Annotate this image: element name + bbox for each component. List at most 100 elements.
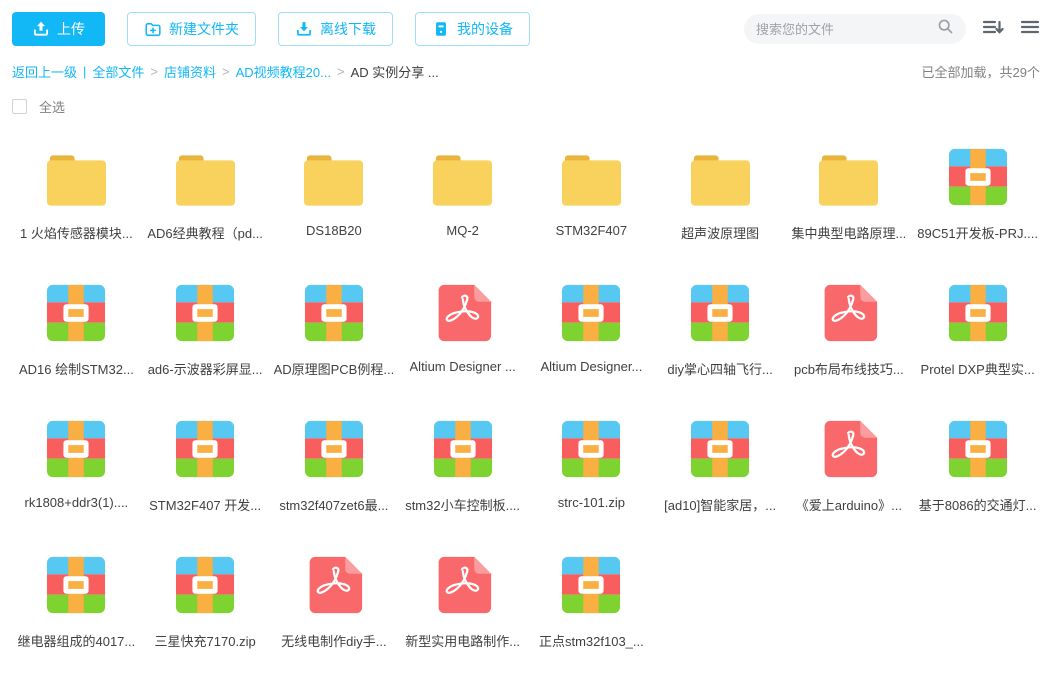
- file-name: MQ-2: [446, 223, 479, 238]
- device-icon: [432, 20, 450, 38]
- rar-archive-icon: [174, 555, 236, 620]
- breadcrumb-link-ad-video[interactable]: AD视频教程20...: [236, 62, 331, 81]
- menu-icon[interactable]: [1020, 17, 1040, 42]
- file-name: AD6经典教程（pd...: [147, 226, 263, 241]
- breadcrumb-pipe: |: [83, 64, 87, 79]
- folder-icon: [689, 155, 752, 212]
- rar-archive-icon: [303, 419, 365, 484]
- rar-archive-icon: [45, 555, 107, 620]
- file-item[interactable]: 基于8086的交通灯...: [913, 420, 1042, 514]
- file-name: ad6-示波器彩屏显...: [147, 362, 263, 377]
- file-item[interactable]: AD16 绘制STM32...: [12, 284, 141, 378]
- file-item[interactable]: STM32F407: [527, 148, 656, 242]
- file-item[interactable]: 新型实用电路制作...: [398, 556, 527, 650]
- file-name: 无线电制作diy手...: [281, 634, 387, 649]
- file-item[interactable]: ad6-示波器彩屏显...: [141, 284, 270, 378]
- folder-icon: [560, 155, 623, 212]
- file-item[interactable]: MQ-2: [398, 148, 527, 242]
- upload-label: 上传: [57, 21, 85, 37]
- breadcrumb-current: AD 实例分享 ...: [350, 65, 439, 80]
- rar-archive-icon: [432, 419, 494, 484]
- file-item[interactable]: Altium Designer...: [527, 284, 656, 378]
- file-item[interactable]: STM32F407 开发...: [141, 420, 270, 514]
- file-item[interactable]: 89C51开发板-PRJ....: [913, 148, 1042, 242]
- file-item[interactable]: AD6经典教程（pd...: [141, 148, 270, 242]
- folder-icon: [817, 155, 880, 212]
- folder-icon: [174, 155, 237, 212]
- file-name: STM32F407: [555, 223, 628, 238]
- file-name: Protel DXP典型实...: [920, 362, 1035, 377]
- folder-icon: [45, 155, 108, 212]
- file-item[interactable]: 正点stm32f103_...: [527, 556, 656, 650]
- file-item[interactable]: 无线电制作diy手...: [270, 556, 399, 650]
- file-name: stm32小车控制板....: [405, 498, 521, 513]
- pdf-file-icon: [433, 555, 493, 620]
- my-devices-button[interactable]: 我的设备: [415, 12, 530, 46]
- rar-archive-icon: [303, 283, 365, 348]
- file-name: 基于8086的交通灯...: [918, 498, 1037, 513]
- toolbar: 上传 新建文件夹 离线下载 我的设备: [0, 0, 1054, 46]
- breadcrumb-link-shop-data[interactable]: 店铺资料: [164, 62, 216, 81]
- breadcrumb-row: 返回上一级 | 全部文件 > 店铺资料 > AD视频教程20... > AD 实…: [0, 46, 1054, 81]
- file-name: AD原理图PCB例程...: [273, 362, 395, 377]
- file-name: 三星快充7170.zip: [154, 634, 256, 649]
- file-item[interactable]: DS18B20: [270, 148, 399, 242]
- file-item[interactable]: 三星快充7170.zip: [141, 556, 270, 650]
- breadcrumb-separator: >: [336, 64, 345, 79]
- breadcrumb-separator: >: [222, 64, 230, 79]
- file-name: Altium Designer ...: [409, 359, 516, 374]
- file-item[interactable]: 继电器组成的4017...: [12, 556, 141, 650]
- search-box[interactable]: [744, 14, 966, 44]
- file-item[interactable]: stm32f407zet6最...: [270, 420, 399, 514]
- file-name: 正点stm32f103_...: [538, 634, 644, 649]
- pdf-file-icon: [819, 283, 879, 348]
- file-item[interactable]: [ad10]智能家居，...: [656, 420, 785, 514]
- rar-archive-icon: [174, 419, 236, 484]
- file-name: 89C51开发板-PRJ....: [917, 226, 1038, 241]
- file-item[interactable]: diy掌心四轴飞行...: [656, 284, 785, 378]
- rar-archive-icon: [560, 283, 622, 348]
- file-name: 《爱上arduino》...: [795, 498, 902, 513]
- breadcrumb: 返回上一级 | 全部文件 > 店铺资料 > AD视频教程20... > AD 实…: [12, 62, 439, 81]
- pdf-file-icon: [433, 283, 493, 348]
- file-name: Altium Designer...: [540, 359, 643, 374]
- file-item[interactable]: 1 火焰传感器模块...: [12, 148, 141, 242]
- upload-button[interactable]: 上传: [12, 12, 105, 46]
- file-name: STM32F407 开发...: [149, 498, 262, 513]
- file-item[interactable]: pcb布局布线技巧...: [785, 284, 914, 378]
- search-input[interactable]: [756, 21, 937, 37]
- rar-archive-icon: [947, 419, 1009, 484]
- file-name: DS18B20: [306, 223, 362, 238]
- folder-icon: [431, 155, 494, 212]
- upload-icon: [32, 20, 50, 38]
- search-icon[interactable]: [937, 18, 954, 40]
- sort-icon[interactable]: [982, 17, 1004, 42]
- file-item[interactable]: 《爱上arduino》...: [785, 420, 914, 514]
- breadcrumb-back-link[interactable]: 返回上一级: [12, 62, 77, 81]
- rar-archive-icon: [689, 283, 751, 348]
- rar-archive-icon: [560, 555, 622, 620]
- file-name: strc-101.zip: [557, 495, 625, 510]
- file-item[interactable]: Protel DXP典型实...: [913, 284, 1042, 378]
- file-item[interactable]: Altium Designer ...: [398, 284, 527, 378]
- file-name: pcb布局布线技巧...: [793, 362, 904, 377]
- my-devices-label: 我的设备: [457, 21, 513, 37]
- rar-archive-icon: [947, 283, 1009, 348]
- rar-archive-icon: [174, 283, 236, 348]
- file-name: AD16 绘制STM32...: [18, 362, 134, 377]
- file-name: 1 火焰传感器模块...: [20, 226, 133, 241]
- file-item[interactable]: rk1808+ddr3(1)....: [12, 420, 141, 514]
- new-folder-button[interactable]: 新建文件夹: [127, 12, 256, 46]
- select-all-checkbox[interactable]: [12, 99, 27, 114]
- file-item[interactable]: stm32小车控制板....: [398, 420, 527, 514]
- file-item[interactable]: AD原理图PCB例程...: [270, 284, 399, 378]
- file-item[interactable]: strc-101.zip: [527, 420, 656, 514]
- file-name: 新型实用电路制作...: [405, 634, 521, 649]
- offline-download-button[interactable]: 离线下载: [278, 12, 393, 46]
- file-name: stm32f407zet6最...: [279, 498, 389, 513]
- file-item[interactable]: 超声波原理图: [656, 148, 785, 242]
- rar-archive-icon: [689, 419, 751, 484]
- breadcrumb-separator: >: [150, 64, 159, 79]
- file-item[interactable]: 集中典型电路原理...: [785, 148, 914, 242]
- breadcrumb-link-all-files[interactable]: 全部文件: [92, 62, 144, 81]
